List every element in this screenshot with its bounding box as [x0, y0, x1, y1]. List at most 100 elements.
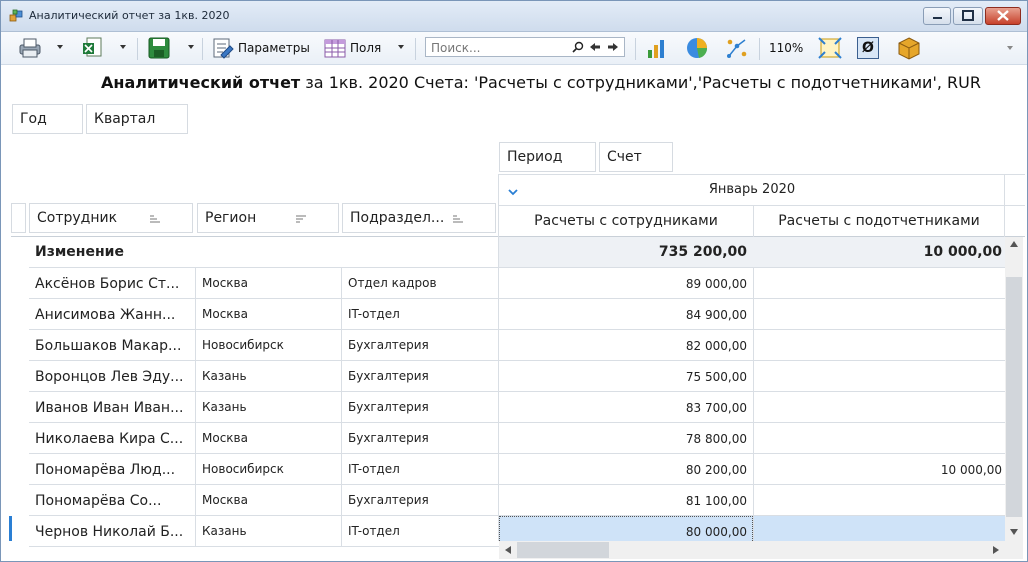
report-title: Аналитический отчет за 1кв. 2020 Счета: …	[101, 73, 981, 92]
fields-icon[interactable]	[323, 36, 347, 60]
row-field-region[interactable]: Регион	[197, 203, 339, 233]
scroll-down-icon[interactable]	[1010, 529, 1018, 535]
department-cell[interactable]: Бухгалтерия	[348, 431, 494, 445]
column-field-account[interactable]: Счет	[599, 142, 673, 172]
vertical-scroll-thumb[interactable]	[1006, 277, 1022, 517]
close-icon	[997, 10, 1009, 21]
department-cell[interactable]: Бухгалтерия	[348, 338, 494, 352]
value-cell-acc1[interactable]: 82 000,00	[499, 339, 747, 353]
value-cell-acc1[interactable]: 78 800,00	[499, 432, 747, 446]
pie-chart-icon[interactable]	[685, 36, 709, 60]
horizontal-scrollbar[interactable]	[499, 541, 1023, 559]
department-cell[interactable]: IT-отдел	[348, 462, 494, 476]
employee-name[interactable]: Чернов Николай Б...	[35, 524, 191, 540]
value-cell-acc2[interactable]: 10 000,00	[754, 463, 1002, 477]
close-button[interactable]	[985, 7, 1021, 25]
department-cell[interactable]: Бухгалтерия	[348, 400, 494, 414]
value-cell-acc1[interactable]: 80 000,00	[499, 525, 747, 539]
employee-name[interactable]: Большаков Макар...	[35, 338, 191, 354]
region-cell[interactable]: Москва	[202, 276, 338, 290]
employee-name[interactable]: Иванов Иван Иван...	[35, 400, 191, 416]
export-dropdown-icon[interactable]	[120, 45, 126, 49]
region-cell[interactable]: Казань	[202, 369, 338, 383]
search-input[interactable]: Поиск...	[425, 37, 625, 57]
region-cell[interactable]: Новосибирск	[202, 462, 338, 476]
employee-name[interactable]: Аксёнов Борис Ст...	[35, 276, 191, 292]
region-cell[interactable]: Казань	[202, 400, 338, 414]
employee-name[interactable]: Николаева Кира С...	[35, 431, 191, 447]
search-prev-icon[interactable]	[589, 42, 601, 52]
department-cell[interactable]: Бухгалтерия	[348, 493, 494, 507]
col-divider	[341, 485, 342, 516]
fields-dropdown-icon[interactable]	[398, 45, 404, 49]
column-field-period[interactable]: Период	[499, 142, 596, 172]
save-dropdown-icon[interactable]	[188, 45, 194, 49]
search-next-icon[interactable]	[607, 42, 619, 52]
department-cell[interactable]: Бухгалтерия	[348, 369, 494, 383]
region-cell[interactable]: Москва	[202, 307, 338, 321]
horizontal-scroll-thumb[interactable]	[517, 542, 609, 558]
fields-button[interactable]: Поля	[350, 41, 381, 55]
filter-field-year[interactable]: Год	[12, 104, 83, 134]
col-divider	[341, 268, 342, 299]
value-cell-acc1[interactable]: 83 700,00	[499, 401, 747, 415]
employee-name[interactable]: Пономарёва Со...	[35, 493, 191, 509]
scroll-up-icon[interactable]	[1010, 241, 1018, 247]
sort-icon[interactable]	[453, 215, 463, 223]
total-cell-acc2[interactable]: 10 000,00	[754, 244, 1002, 260]
sort-icon[interactable]	[150, 215, 160, 223]
employee-name[interactable]: Анисимова Жанн...	[35, 307, 191, 323]
search-placeholder: Поиск...	[431, 41, 481, 55]
employee-name[interactable]: Пономарёва Люд...	[35, 462, 191, 478]
excel-export-icon[interactable]	[81, 36, 105, 60]
cube-icon[interactable]	[897, 36, 921, 60]
toolbar-overflow-icon[interactable]	[1007, 46, 1013, 50]
value-cell-acc1[interactable]: 81 100,00	[499, 494, 747, 508]
col-divider	[195, 392, 196, 423]
employee-name[interactable]: Воронцов Лев Эду...	[35, 369, 191, 385]
column-header-january-2020[interactable]: Январь 2020	[499, 182, 1005, 197]
search-icon[interactable]	[572, 41, 584, 53]
zoom-level[interactable]: 110%	[769, 41, 803, 55]
maximize-icon	[962, 10, 974, 21]
col-divider	[341, 330, 342, 361]
region-cell[interactable]: Новосибирск	[202, 338, 338, 352]
column-header-account-employees[interactable]: Расчеты с сотрудниками	[499, 213, 753, 229]
filter-field-quarter[interactable]: Квартал	[86, 104, 188, 134]
col-divider	[195, 423, 196, 454]
column-header-account-accountables[interactable]: Расчеты с подотчетниками	[754, 213, 1004, 229]
print-icon[interactable]	[17, 36, 43, 60]
region-cell[interactable]: Казань	[202, 524, 338, 538]
print-dropdown-icon[interactable]	[57, 45, 63, 49]
sort-icon[interactable]	[296, 215, 306, 223]
department-cell[interactable]: IT-отдел	[348, 524, 494, 538]
col-divider	[195, 268, 196, 299]
col-divider	[195, 454, 196, 485]
minimize-button[interactable]	[923, 7, 951, 25]
show-empty-values-button[interactable]: Ø	[857, 37, 879, 59]
value-cell-acc1[interactable]: 75 500,00	[499, 370, 747, 384]
value-cell-acc1[interactable]: 84 900,00	[499, 308, 747, 322]
title-bar: Аналитический отчет за 1кв. 2020	[1, 1, 1027, 32]
department-cell[interactable]: IT-отдел	[348, 307, 494, 321]
value-cell-acc1[interactable]: 89 000,00	[499, 277, 747, 291]
department-cell[interactable]: Отдел кадров	[348, 276, 494, 290]
scroll-right-icon[interactable]	[993, 546, 999, 554]
row-field-employee[interactable]: Сотрудник	[29, 203, 193, 233]
value-cell-acc1[interactable]: 80 200,00	[499, 463, 747, 477]
maximize-button[interactable]	[953, 7, 983, 25]
fit-to-page-icon[interactable]	[817, 36, 843, 60]
parameters-button[interactable]: Параметры	[238, 41, 310, 55]
save-icon[interactable]	[147, 36, 171, 60]
col-divider	[341, 361, 342, 392]
region-cell[interactable]: Москва	[202, 493, 338, 507]
scatter-chart-icon[interactable]	[725, 36, 749, 60]
scroll-left-icon[interactable]	[505, 546, 511, 554]
total-cell-acc1[interactable]: 735 200,00	[499, 244, 747, 260]
col-divider	[195, 299, 196, 330]
parameters-icon[interactable]	[211, 36, 235, 60]
vertical-scrollbar[interactable]	[1005, 237, 1023, 541]
bar-chart-icon[interactable]	[645, 36, 669, 60]
region-cell[interactable]: Москва	[202, 431, 338, 445]
row-field-department[interactable]: Подраздел...	[342, 203, 496, 233]
